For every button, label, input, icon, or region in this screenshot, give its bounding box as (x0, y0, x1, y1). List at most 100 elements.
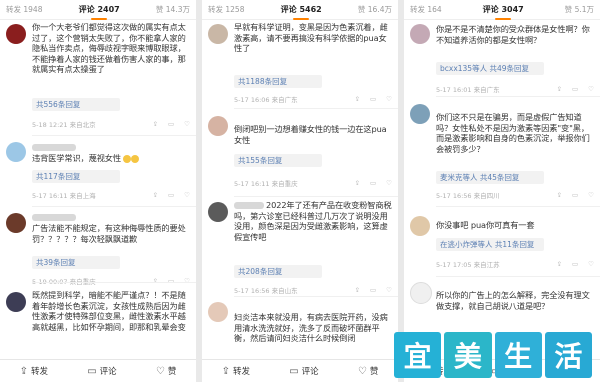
share-icon[interactable]: ⇪ (557, 260, 562, 268)
like-button[interactable]: ♡赞 (156, 365, 176, 378)
reply-count-link[interactable]: 共155条回复 (234, 154, 322, 167)
username-blurred (234, 202, 264, 209)
tab-bar: 转发 1948 评论 2407 赞 14.3万 (0, 0, 196, 20)
comment-icon[interactable]: ▭ (572, 260, 578, 268)
comment-item[interactable]: 你是不是不清楚你的受众群体是女性啊？你不知道养活你的都是女性啊？ bcxx135… (404, 22, 600, 102)
comment-meta: 5-17 17:05 来自江苏 ⇪ ▭ ♡ (436, 260, 594, 269)
comment-button[interactable]: ▭评论 (289, 365, 318, 378)
reply-count-link[interactable]: 共556条回复 (32, 98, 120, 111)
comment-icon[interactable]: ▭ (572, 85, 578, 93)
like-icon[interactable]: ♡ (184, 277, 190, 285)
comment-item[interactable]: 早就有科学证明，变黑是因为色素沉着，雌激素高，请不要再搞没有科学依据的pua女性… (202, 22, 398, 104)
tab-like[interactable]: 赞 16.4万 (358, 4, 392, 15)
reply-count-link[interactable]: 麦米克等人 共45条回复 (436, 171, 544, 184)
share-icon[interactable]: ⇪ (557, 191, 562, 199)
like-icon[interactable]: ♡ (184, 191, 190, 199)
avatar[interactable] (410, 24, 430, 44)
comment-item[interactable]: 既然提到科学，暗能不能严谨点？！不是随着年龄增长色素沉淀，女孩性成熟后因为雌性激… (0, 290, 196, 360)
username-blurred (32, 144, 76, 151)
tab-repost[interactable]: 转发 1948 (6, 4, 42, 15)
avatar[interactable] (6, 292, 26, 312)
avatar[interactable] (208, 116, 228, 136)
bottom-action-bar: ⇪转发 ▭评论 ♡赞 (202, 359, 398, 382)
watermark-char: 美 (444, 332, 492, 378)
comment-icon[interactable]: ▭ (572, 191, 578, 199)
tab-comments[interactable]: 评论 2407 (79, 4, 120, 20)
avatar[interactable] (208, 302, 228, 322)
comment-item[interactable]: 违背医学常识，蔑视女性 共117条回复 5-17 16:11 来自上海 ⇪ ▭ ♡ (0, 140, 196, 204)
comment-icon[interactable]: ▭ (370, 179, 376, 187)
tab-comments[interactable]: 评论 5462 (281, 4, 322, 20)
like-icon[interactable]: ♡ (588, 191, 594, 199)
tab-repost[interactable]: 转发 1258 (208, 4, 244, 15)
like-icon[interactable]: ♡ (386, 286, 392, 294)
like-icon[interactable]: ♡ (588, 85, 594, 93)
comment-text: 你是不是不清楚你的受众群体是女性啊？你不知道养活你的都是女性啊？ (436, 24, 590, 45)
share-icon[interactable]: ⇪ (355, 286, 360, 294)
reply-count-link[interactable]: bcxx135等人 共49条回复 (436, 62, 544, 75)
comment-text: 妇炎洁本来就没用，有病去医院开药，没病用清水洗洗就好，洗多了反而破坏菌群平衡，然… (234, 312, 388, 344)
comment-item[interactable]: 妇炎洁本来就没用，有病去医院开药，没病用清水洗洗就好，洗多了反而破坏菌群平衡，然… (202, 300, 398, 360)
username-blurred (32, 214, 76, 221)
share-icon[interactable]: ⇪ (355, 95, 360, 103)
reply-count-link[interactable]: 在逃小炸弹等人 共11条回复 (436, 238, 544, 251)
divider (436, 96, 600, 97)
avatar[interactable] (6, 142, 26, 162)
tab-comments[interactable]: 评论 3047 (483, 4, 524, 20)
share-icon[interactable]: ⇪ (153, 277, 158, 285)
comment-icon[interactable]: ▭ (168, 120, 174, 128)
comment-item[interactable]: 所以你的广告上的怎么解释，完全没有理文做支撑，就自己胡说八道是吧？ (404, 280, 600, 320)
avatar[interactable] (208, 202, 228, 222)
comment-icon[interactable]: ▭ (168, 191, 174, 199)
reply-count-link[interactable]: 共39条回复 (32, 256, 120, 269)
share-icon[interactable]: ⇪ (557, 85, 562, 93)
comment-meta: 5-17 16:56 来自山东 ⇪ ▭ ♡ (234, 286, 392, 295)
repost-button[interactable]: ⇪转发 (19, 365, 48, 378)
comment-item[interactable]: 2022年了还有产品在收变粉智商税吗，第六诊室已经科普过几万次了说明没用没用，颜… (202, 200, 398, 295)
avatar[interactable] (6, 213, 26, 233)
avatar[interactable] (410, 216, 430, 236)
comment-text: 你们这不只是在骗男，而是虚假广告知道吗？女性私处不是因为激素等因素"变"黑，而是… (436, 112, 590, 154)
screenshot-panel-2: 转发 1258 评论 5462 赞 16.4万 早就有科学证明，变黑是因为色素沉… (202, 0, 398, 382)
share-icon[interactable]: ⇪ (153, 120, 158, 128)
bottom-action-bar: ⇪转发 ▭评论 ♡赞 (0, 359, 196, 382)
tab-repost[interactable]: 转发 164 (410, 4, 442, 15)
reply-count-link[interactable]: 共208条回复 (234, 265, 322, 278)
avatar[interactable] (410, 282, 432, 304)
repost-button[interactable]: ⇪转发 (222, 365, 250, 378)
reply-count-link[interactable]: 共1188条回复 (234, 75, 322, 88)
like-icon[interactable]: ♡ (386, 95, 392, 103)
like-button[interactable]: ♡赞 (358, 365, 378, 378)
like-icon[interactable]: ♡ (386, 179, 392, 187)
like-icon[interactable]: ♡ (588, 260, 594, 268)
avatar[interactable] (410, 104, 430, 124)
comment-icon[interactable]: ▭ (168, 277, 174, 285)
comment-button[interactable]: ▭评论 (87, 365, 116, 378)
comment-meta: 5-17 16:06 来自广东 ⇪ ▭ ♡ (234, 95, 392, 104)
comment-icon[interactable]: ▭ (370, 95, 376, 103)
comment-item[interactable]: 倒闭吧别一边想着赚女性的钱一边在这pua女性 共155条回复 5-17 16:1… (202, 114, 398, 194)
comment-item[interactable]: 你一个大老爷们都觉得这次做的属实有点太过了，这个营销太失败了，你不能拿人家的隐私… (0, 22, 196, 132)
comment-meta: 5-17 16:56 来自四川 ⇪ ▭ ♡ (436, 191, 594, 200)
divider (234, 296, 398, 297)
share-icon[interactable]: ⇪ (153, 191, 158, 199)
comment-meta: 5-17 16:01 来自广东 ⇪ ▭ ♡ (436, 85, 594, 94)
repost-icon: ⇪ (19, 365, 28, 377)
reply-count-link[interactable]: 共117条回复 (32, 170, 120, 183)
comment-icon[interactable]: ▭ (370, 286, 376, 294)
comment-text: 既然提到科学，暗能不能严谨点？！不是随着年龄增长色素沉淀，女孩性成熟后因为雌性激… (32, 290, 186, 332)
comment-time-location: 5-18 12:21 来自北京 (32, 121, 96, 129)
tab-like[interactable]: 赞 14.3万 (156, 4, 190, 15)
comment-item[interactable]: 你没事吧 pua你可真有一套 在逃小炸弹等人 共11条回复 5-17 17:05… (404, 214, 600, 280)
share-icon[interactable]: ⇪ (355, 179, 360, 187)
comment-item[interactable]: 广告法能不能规定，有这种侮辱性质的要处罚？？？？？每次轻飘飘道歉 共39条回复 … (0, 211, 196, 286)
comment-item[interactable]: 你们这不只是在骗男，而是虚假广告知道吗？女性私处不是因为激素等因素"变"黑，而是… (404, 102, 600, 204)
avatar[interactable] (208, 24, 228, 44)
divider (234, 196, 398, 197)
comment-icon: ▭ (289, 365, 299, 377)
divider (32, 206, 196, 207)
like-icon[interactable]: ♡ (184, 120, 190, 128)
watermark-char: 生 (494, 332, 542, 378)
tab-like[interactable]: 赞 5.1万 (565, 4, 594, 15)
avatar[interactable] (6, 24, 26, 44)
